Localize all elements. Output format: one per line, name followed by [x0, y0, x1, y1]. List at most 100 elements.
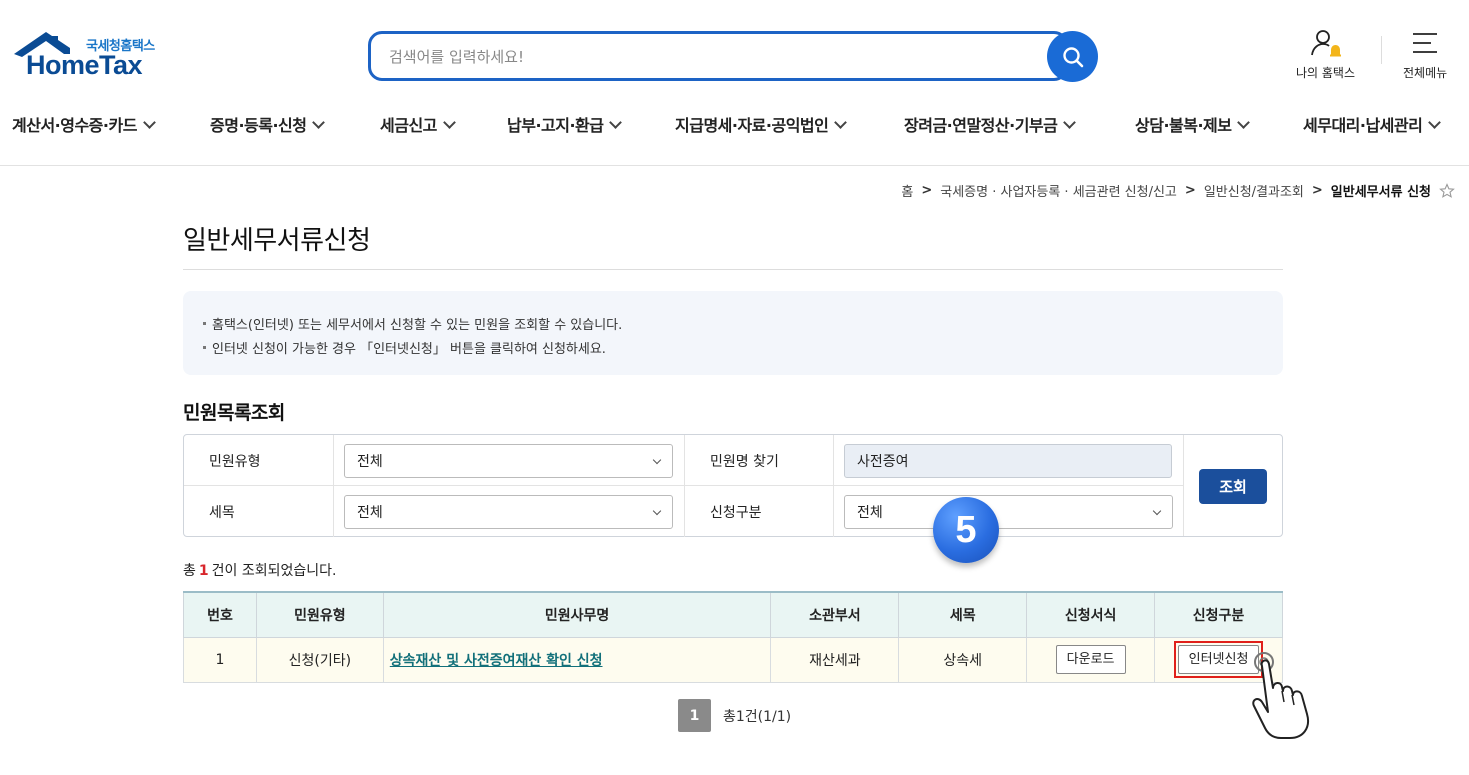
col-header-name: 민원사무명: [382, 591, 772, 638]
cell-tax: 상속세: [898, 636, 1028, 683]
search-form: 민원유형 전체 민원명 찾기 사전증여 세목 전체 신청구분 전체 조회: [183, 434, 1283, 537]
request-type-select[interactable]: 전체: [844, 495, 1173, 529]
col-header-tax: 세목: [898, 591, 1028, 638]
info-text: 홈택스(인터넷) 또는 세무서에서 신청할 수 있는 민원을 조회할 수 있습니…: [212, 317, 623, 333]
civil-service-link[interactable]: 상속재산 및 사전증여재산 확인 신청: [390, 653, 603, 669]
result-number: 1: [198, 563, 209, 579]
title-divider: [183, 269, 1283, 270]
search-input[interactable]: [389, 46, 1029, 68]
header-divider: [1381, 36, 1382, 64]
bullet-icon: [203, 321, 206, 325]
type-select[interactable]: 전체: [344, 444, 673, 478]
my-hometax-label: 나의 홈택스: [1296, 66, 1356, 80]
breadcrumb-item[interactable]: 국세증명 · 사업자등록 · 세금관련 신청/신고: [940, 181, 1177, 200]
gnb-label: 세무대리·납세관리: [1303, 116, 1423, 135]
gnb-item-payment[interactable]: 납부·고지·환급: [507, 112, 623, 136]
col-header-form: 신청서식: [1026, 591, 1156, 638]
gnb-label: 증명·등록·신청: [210, 116, 307, 135]
search-box: [368, 31, 1068, 81]
col-header-type: 민원유형: [255, 591, 384, 638]
search-button[interactable]: [1047, 31, 1098, 82]
section-title: 민원목록조회: [183, 402, 285, 424]
chevron-down-icon: [652, 455, 662, 465]
tax-label: 세목: [184, 486, 334, 537]
page-title: 일반세무서류신청: [183, 226, 371, 256]
request-type-label: 신청구분: [684, 486, 834, 537]
header: 국세청홈택스 HomeTax 나의 홈택스 전체메뉴: [0, 0, 1469, 166]
download-button[interactable]: 다운로드: [1055, 645, 1126, 674]
page-number-current[interactable]: 1: [678, 699, 711, 732]
info-text: 인터넷 신청이 가능한 경우 「인터넷신청」 버튼을 클릭하여 신청하세요.: [212, 341, 606, 357]
logo-title: HomeTax: [26, 50, 143, 80]
result-suffix: 건이 조회되었습니다.: [211, 563, 337, 579]
gnb-label: 세금신고: [380, 116, 437, 135]
pointer-hand-icon: [1252, 652, 1309, 739]
bullet-icon: [203, 345, 206, 349]
gnb-label: 계산서·영수증·카드: [12, 116, 137, 135]
cell-name: 상속재산 및 사전증여재산 확인 신청: [382, 636, 772, 683]
main-navigation: 계산서·영수증·카드 증명·등록·신청 세금신고 납부·고지·환급 지급명세·자…: [0, 112, 1469, 142]
form-actions: 조회: [1183, 435, 1283, 536]
result-prefix: 총: [183, 563, 196, 579]
cell-dept: 재산세과: [770, 636, 900, 683]
table-row: 1 신청(기타) 상속재산 및 사전증여재산 확인 신청 재산세과 상속세 다운…: [183, 636, 1283, 683]
type-select-value: 전체: [357, 454, 383, 470]
pagination: 1 총1건(1/1): [678, 699, 791, 732]
col-header-no: 번호: [183, 591, 257, 638]
chevron-down-icon: [609, 115, 623, 129]
breadcrumb-separator: >: [1311, 183, 1323, 198]
name-search-input[interactable]: 사전증여: [844, 444, 1172, 478]
gnb-item-certificates[interactable]: 증명·등록·신청: [210, 112, 326, 136]
cell-no: 1: [183, 636, 257, 683]
name-search-label: 민원명 찾기: [684, 435, 834, 486]
breadcrumb-separator: >: [921, 183, 933, 198]
gnb-item-consulting[interactable]: 상담·불복·제보: [1135, 112, 1251, 136]
hamburger-menu-icon: [1413, 33, 1438, 53]
step-badge: 5: [933, 497, 999, 563]
info-line: 홈택스(인터넷) 또는 세무서에서 신청할 수 있는 민원을 조회할 수 있습니…: [203, 311, 1283, 335]
user-bell-icon: [1310, 30, 1341, 57]
table-header-row: 번호 민원유형 민원사무명 소관부서 세목 신청서식 신청구분: [183, 591, 1283, 638]
cell-form: 다운로드: [1026, 636, 1156, 683]
chevron-down-icon: [1152, 506, 1162, 516]
result-count: 총 1 건이 조회되었습니다.: [183, 560, 336, 580]
cell-type: 신청(기타): [255, 636, 384, 683]
type-label: 민원유형: [184, 435, 334, 486]
chevron-down-icon: [1428, 115, 1442, 129]
breadcrumb-current: 일반세무서류 신청: [1330, 185, 1431, 200]
my-hometax-link[interactable]: 나의 홈택스: [1296, 28, 1355, 81]
form-row: 세목 전체 신청구분 전체: [184, 486, 1184, 537]
gnb-item-invoices[interactable]: 계산서·영수증·카드: [12, 112, 156, 136]
breadcrumb-item[interactable]: 일반신청/결과조회: [1204, 181, 1304, 200]
breadcrumb-home[interactable]: 홈: [901, 181, 913, 200]
gnb-item-statements[interactable]: 지급명세·자료·공익법인: [675, 112, 848, 136]
search-icon: [1062, 46, 1083, 67]
col-header-apply: 신청구분: [1154, 591, 1283, 638]
chevron-down-icon: [652, 506, 662, 516]
chevron-down-icon: [1063, 115, 1077, 129]
gnb-item-incentives[interactable]: 장려금·연말정산·기부금: [904, 112, 1077, 136]
page-summary: 총1건(1/1): [723, 708, 792, 725]
global-search: [368, 31, 1098, 82]
chevron-down-icon: [143, 115, 156, 129]
tax-select[interactable]: 전체: [344, 495, 673, 529]
col-header-dept: 소관부서: [770, 591, 900, 638]
gnb-label: 납부·고지·환급: [507, 116, 604, 135]
result-table: 번호 민원유형 민원사무명 소관부서 세목 신청서식 신청구분 1 신청(기타)…: [183, 591, 1283, 683]
gnb-item-tax-filing[interactable]: 세금신고: [380, 112, 456, 136]
gnb-label: 상담·불복·제보: [1135, 116, 1232, 135]
tax-select-value: 전체: [357, 505, 383, 521]
all-menu-button[interactable]: 전체메뉴: [1403, 28, 1447, 81]
info-line: 인터넷 신청이 가능한 경우 「인터넷신청」 버튼을 클릭하여 신청하세요.: [203, 335, 1283, 359]
search-submit-button[interactable]: 조회: [1199, 469, 1267, 504]
chevron-down-icon: [834, 115, 848, 129]
hometax-logo[interactable]: 국세청홈택스 HomeTax: [12, 30, 172, 82]
gnb-item-agents[interactable]: 세무대리·납세관리: [1303, 112, 1442, 136]
all-menu-label: 전체메뉴: [1403, 66, 1448, 80]
form-row: 민원유형 전체 민원명 찾기 사전증여: [184, 435, 1184, 486]
favorite-star-icon[interactable]: [1439, 182, 1455, 199]
breadcrumb: 홈 > 국세증명 · 사업자등록 · 세금관련 신청/신고 > 일반신청/결과조…: [901, 181, 1455, 200]
chevron-down-icon: [1237, 115, 1251, 129]
chevron-down-icon: [443, 115, 456, 129]
breadcrumb-separator: >: [1184, 183, 1196, 198]
